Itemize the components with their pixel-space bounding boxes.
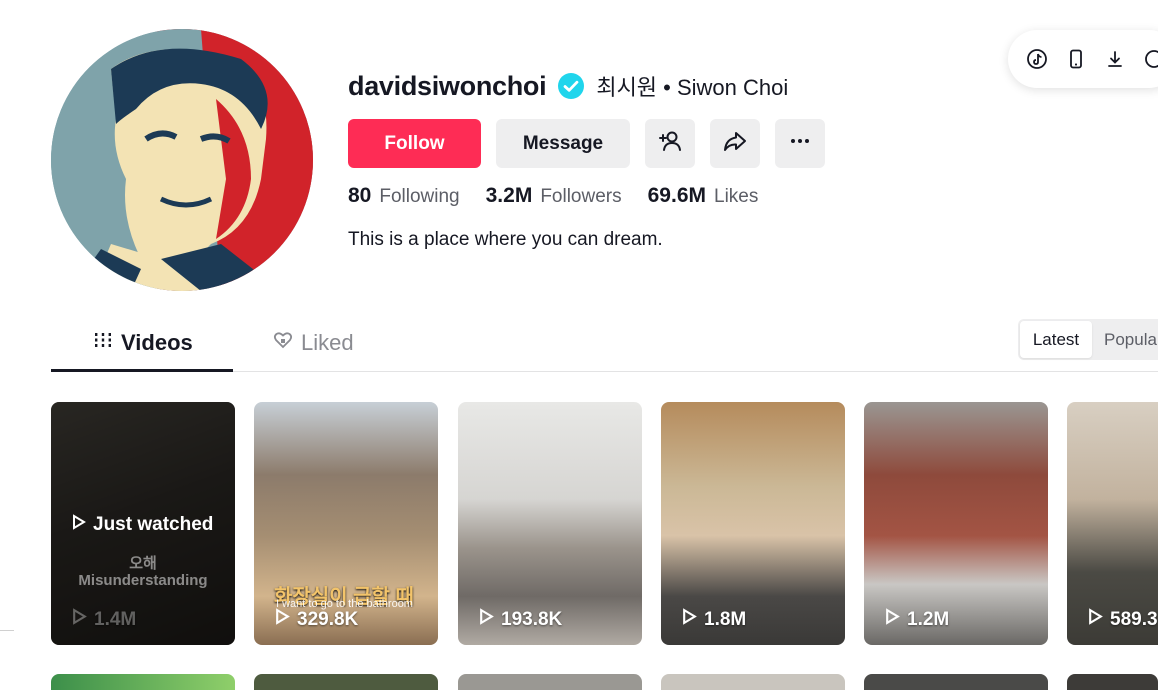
tab-label: Liked bbox=[301, 330, 354, 355]
view-count-text: 329.8K bbox=[297, 608, 359, 630]
profile-stats: 80 Following 3.2M Followers 69.6M Likes bbox=[348, 184, 784, 208]
floating-toolbar bbox=[1008, 30, 1158, 88]
video-thumbnail-partial[interactable] bbox=[661, 674, 845, 690]
follow-button[interactable]: Follow bbox=[348, 119, 481, 168]
video-thumbnail-partial[interactable] bbox=[51, 674, 235, 690]
play-icon bbox=[884, 608, 901, 631]
video-thumbnail[interactable]: Just watched 오해 Misunderstanding 1.4M bbox=[51, 402, 235, 645]
play-icon bbox=[71, 514, 87, 536]
stat-followers[interactable]: 3.2M Followers bbox=[486, 184, 622, 208]
tab-videos[interactable]: Videos bbox=[93, 330, 193, 356]
stat-value: 69.6M bbox=[647, 184, 706, 207]
stat-label: Followers bbox=[540, 186, 622, 207]
stat-following[interactable]: 80 Following bbox=[348, 184, 460, 208]
view-count-text: 589.3 bbox=[1110, 608, 1158, 630]
profile-bio: This is a place where you can dream. bbox=[348, 229, 663, 250]
share-button[interactable] bbox=[710, 119, 760, 168]
download-icon[interactable] bbox=[1104, 48, 1126, 70]
mobile-icon[interactable] bbox=[1065, 48, 1087, 70]
liked-heart-icon bbox=[273, 330, 293, 356]
stat-value: 3.2M bbox=[485, 184, 533, 207]
video-thumbnail[interactable]: 589.3 bbox=[1067, 402, 1158, 645]
video-thumbnail[interactable]: 193.8K bbox=[458, 402, 642, 645]
video-thumbnail-partial[interactable] bbox=[1067, 674, 1158, 690]
profile-tabs: Videos Liked bbox=[51, 325, 1158, 372]
video-caption-line: 오해 bbox=[129, 555, 157, 572]
video-thumbnail[interactable]: 화장실이 급할 때 I want to go to the bathroom 3… bbox=[254, 402, 438, 645]
play-icon bbox=[1087, 608, 1104, 631]
view-count: 1.4M bbox=[71, 608, 136, 631]
verified-badge-icon bbox=[558, 73, 585, 99]
play-icon bbox=[71, 608, 88, 631]
nickname: 최시원 • Siwon Choi bbox=[596, 75, 789, 100]
view-count: 589.3 bbox=[1087, 608, 1158, 631]
video-thumbnail[interactable]: 1.2M bbox=[864, 402, 1048, 645]
view-count: 1.8M bbox=[681, 608, 746, 631]
username-row: davidsiwonchoi 최시원 • Siwon Choi bbox=[348, 66, 788, 106]
just-watched-text: Just watched bbox=[93, 514, 214, 535]
just-watched-label: Just watched bbox=[71, 514, 213, 536]
video-thumbnail-partial[interactable] bbox=[864, 674, 1048, 690]
video-thumbnail-partial[interactable] bbox=[458, 674, 642, 690]
tab-liked[interactable]: Liked bbox=[273, 330, 354, 356]
message-button[interactable]: Message bbox=[496, 119, 630, 168]
video-caption: 오해 Misunderstanding bbox=[51, 555, 235, 589]
view-count-text: 193.8K bbox=[501, 608, 563, 630]
view-count-text: 1.2M bbox=[907, 608, 950, 630]
view-count: 1.2M bbox=[884, 608, 949, 631]
add-friend-button[interactable] bbox=[645, 119, 695, 168]
video-thumbnail[interactable]: 1.8M bbox=[661, 402, 845, 645]
profile-avatar[interactable] bbox=[51, 29, 313, 291]
active-tab-indicator bbox=[51, 369, 233, 372]
sort-latest-button[interactable]: Latest bbox=[1020, 321, 1092, 358]
profile-actions: Follow Message bbox=[348, 119, 825, 168]
view-count: 193.8K bbox=[478, 608, 562, 631]
more-options-button[interactable] bbox=[775, 119, 825, 168]
stat-value: 80 bbox=[348, 184, 372, 207]
stat-likes: 69.6M Likes bbox=[648, 184, 759, 208]
clipped-icon[interactable] bbox=[1143, 48, 1158, 70]
grid-icon bbox=[93, 330, 113, 356]
sort-toggle: Latest Popula bbox=[1018, 319, 1158, 360]
tab-label: Videos bbox=[121, 330, 193, 355]
avatar-illustration bbox=[51, 29, 313, 291]
play-icon bbox=[274, 608, 291, 631]
view-count-text: 1.4M bbox=[94, 608, 137, 630]
divider bbox=[0, 630, 14, 631]
more-icon bbox=[787, 128, 813, 160]
view-count: 329.8K bbox=[274, 608, 358, 631]
tiktok-icon[interactable] bbox=[1026, 48, 1048, 70]
stat-label: Following bbox=[379, 186, 460, 207]
share-icon bbox=[722, 128, 748, 160]
add-friend-icon bbox=[657, 128, 683, 160]
play-icon bbox=[478, 608, 495, 631]
play-icon bbox=[681, 608, 698, 631]
username: davidsiwonchoi bbox=[348, 70, 547, 101]
sort-popular-button[interactable]: Popula bbox=[1092, 321, 1157, 358]
video-thumbnail-partial[interactable] bbox=[254, 674, 438, 690]
view-count-text: 1.8M bbox=[704, 608, 747, 630]
video-caption-line: Misunderstanding bbox=[78, 572, 208, 589]
stat-label: Likes bbox=[714, 186, 759, 207]
